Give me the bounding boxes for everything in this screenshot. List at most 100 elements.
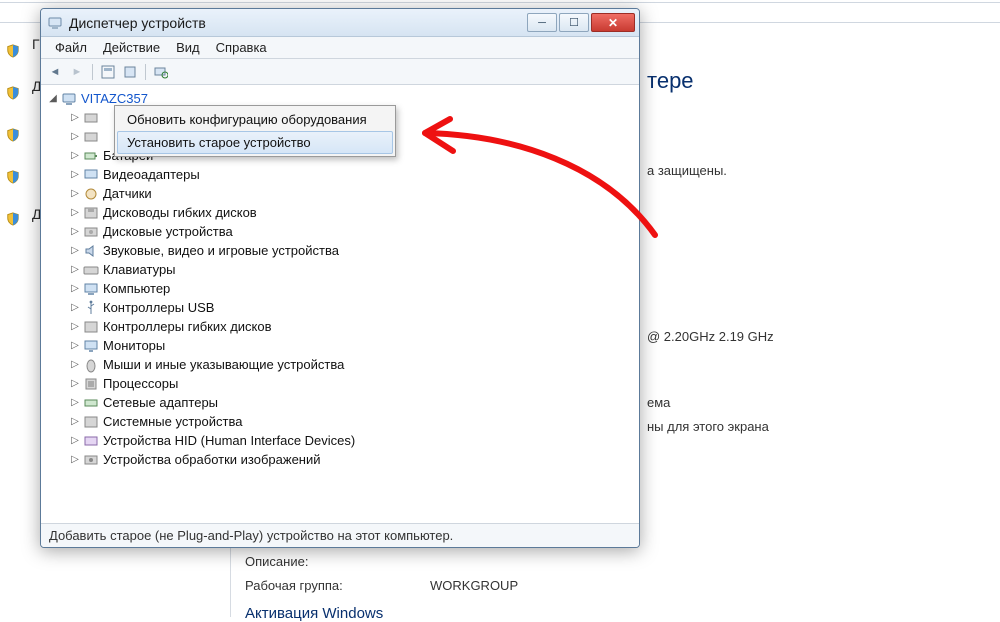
expand-icon[interactable]: ▷ bbox=[69, 169, 81, 181]
tree-category[interactable]: ▷ Устройства HID (Human Interface Devices… bbox=[69, 431, 635, 450]
tree-category[interactable]: ▷ Процессоры bbox=[69, 374, 635, 393]
expand-icon[interactable]: ▷ bbox=[69, 359, 81, 371]
forward-button[interactable]: ► bbox=[67, 62, 87, 82]
bg-text-fragment: Г bbox=[32, 36, 40, 52]
tree-category[interactable]: ▷ Дисковые устройства bbox=[69, 222, 635, 241]
menu-file[interactable]: Файл bbox=[47, 38, 95, 57]
bg-activation-heading: Активация Windows bbox=[245, 605, 383, 622]
expand-icon[interactable]: ▷ bbox=[69, 131, 81, 143]
menubar: Файл Действие Вид Справка bbox=[41, 37, 639, 59]
tree-category[interactable]: ▷ Дисководы гибких дисков bbox=[69, 203, 635, 222]
system-device-icon bbox=[83, 414, 99, 430]
expand-icon[interactable]: ▷ bbox=[69, 454, 81, 466]
category-label: Устройства обработки изображений bbox=[103, 452, 321, 467]
computer-icon bbox=[83, 281, 99, 297]
maximize-button[interactable]: ☐ bbox=[559, 13, 589, 32]
back-button[interactable]: ◄ bbox=[45, 62, 65, 82]
titlebar[interactable]: Диспетчер устройств ─ ☐ ✕ bbox=[41, 9, 639, 37]
audio-icon bbox=[83, 243, 99, 259]
bg-ema-tail: ема bbox=[647, 395, 670, 410]
expand-icon[interactable]: ▷ bbox=[69, 321, 81, 333]
tree-category[interactable]: ▷Контроллеры USB bbox=[69, 298, 635, 317]
shield-icon bbox=[6, 44, 20, 58]
expand-icon[interactable]: ▷ bbox=[69, 435, 81, 447]
device-icon bbox=[83, 129, 99, 145]
toolbar-btn[interactable] bbox=[120, 62, 140, 82]
tree-category[interactable]: ▷ Системные устройства bbox=[69, 412, 635, 431]
tree-category[interactable]: ▷Звуковые, видео и игровые устройства bbox=[69, 241, 635, 260]
expand-icon[interactable]: ▷ bbox=[69, 112, 81, 124]
expand-icon[interactable]: ▷ bbox=[69, 150, 81, 162]
expand-icon[interactable]: ▷ bbox=[69, 283, 81, 295]
category-label: Процессоры bbox=[103, 376, 178, 391]
expand-icon[interactable]: ▷ bbox=[69, 397, 81, 409]
ctx-scan-hardware[interactable]: Обновить конфигурацию оборудования bbox=[117, 108, 393, 131]
category-label: Системные устройства bbox=[103, 414, 242, 429]
expand-icon[interactable]: ▷ bbox=[69, 302, 81, 314]
menu-help[interactable]: Справка bbox=[208, 38, 275, 57]
category-label: Дисководы гибких дисков bbox=[103, 205, 257, 220]
device-icon bbox=[83, 110, 99, 126]
computer-icon bbox=[61, 91, 77, 107]
expand-icon[interactable]: ▷ bbox=[69, 264, 81, 276]
collapse-icon[interactable]: ◢ bbox=[47, 93, 59, 105]
mouse-icon bbox=[83, 357, 99, 373]
category-label: Дисковые устройства bbox=[103, 224, 233, 239]
floppy-drive-icon bbox=[83, 205, 99, 221]
expand-icon[interactable]: ▷ bbox=[69, 245, 81, 257]
expand-icon[interactable]: ▷ bbox=[69, 226, 81, 238]
tree-category[interactable]: ▷ Датчики bbox=[69, 184, 635, 203]
minimize-button[interactable]: ─ bbox=[527, 13, 557, 32]
scan-hardware-button[interactable] bbox=[151, 62, 171, 82]
category-label: Мониторы bbox=[103, 338, 165, 353]
tree-category[interactable]: ▷ Мониторы bbox=[69, 336, 635, 355]
category-label: Компьютер bbox=[103, 281, 170, 296]
bg-wg-value: WORKGROUP bbox=[430, 578, 518, 593]
menu-action[interactable]: Действие bbox=[95, 38, 168, 57]
bg-shield-column bbox=[6, 44, 26, 254]
display-adapter-icon bbox=[83, 167, 99, 183]
shield-icon bbox=[6, 170, 20, 184]
tree-children: ▷ ▷ ▷Батареи ▷Видеоадаптеры ▷Датчики ▷Ди… bbox=[69, 108, 635, 469]
tree-category[interactable]: ▷Контроллеры гибких дисков bbox=[69, 317, 635, 336]
tree-category[interactable]: ▷ Устройства обработки изображений bbox=[69, 450, 635, 469]
category-label: Датчики bbox=[103, 186, 152, 201]
hid-icon bbox=[83, 433, 99, 449]
status-bar: Добавить старое (не Plug-and-Play) устро… bbox=[41, 523, 639, 547]
root-label: VITAZC357 bbox=[81, 91, 148, 106]
shield-icon bbox=[6, 86, 20, 100]
tree-category[interactable]: ▷Сетевые адаптеры bbox=[69, 393, 635, 412]
floppy-controller-icon bbox=[83, 319, 99, 335]
bg-heading-tail: тере bbox=[647, 68, 694, 94]
ctx-add-legacy-hardware[interactable]: Установить старое устройство bbox=[117, 131, 393, 154]
tree-category[interactable]: ▷Клавиатуры bbox=[69, 260, 635, 279]
category-label: Мыши и иные указывающие устройства bbox=[103, 357, 344, 372]
bg-screen-tail: ны для этого экрана bbox=[647, 419, 769, 434]
close-button[interactable]: ✕ bbox=[591, 13, 635, 32]
category-label: Видеоадаптеры bbox=[103, 167, 200, 182]
tree-category[interactable]: ▷ Видеоадаптеры bbox=[69, 165, 635, 184]
battery-icon bbox=[83, 148, 99, 164]
tree-category[interactable]: ▷ Мыши и иные указывающие устройства bbox=[69, 355, 635, 374]
bg-desc-label: Описание: bbox=[245, 554, 308, 569]
imaging-icon bbox=[83, 452, 99, 468]
toolbar: ◄ ► bbox=[41, 59, 639, 85]
device-manager-window: Диспетчер устройств ─ ☐ ✕ Файл Действие … bbox=[40, 8, 640, 548]
category-label: Устройства HID (Human Interface Devices) bbox=[103, 433, 355, 448]
expand-icon[interactable]: ▷ bbox=[69, 416, 81, 428]
expand-icon[interactable]: ▷ bbox=[69, 340, 81, 352]
expand-icon[interactable]: ▷ bbox=[69, 188, 81, 200]
menu-view[interactable]: Вид bbox=[168, 38, 208, 57]
disk-drive-icon bbox=[83, 224, 99, 240]
bg-protected-tail: а защищены. bbox=[647, 163, 727, 178]
network-icon bbox=[83, 395, 99, 411]
toolbar-btn[interactable] bbox=[98, 62, 118, 82]
tree-category[interactable]: ▷ Компьютер bbox=[69, 279, 635, 298]
keyboard-icon bbox=[83, 262, 99, 278]
expand-icon[interactable]: ▷ bbox=[69, 207, 81, 219]
device-manager-icon bbox=[47, 15, 63, 31]
window-title: Диспетчер устройств bbox=[69, 15, 206, 31]
shield-icon bbox=[6, 212, 20, 226]
expand-icon[interactable]: ▷ bbox=[69, 378, 81, 390]
usb-icon bbox=[83, 300, 99, 316]
